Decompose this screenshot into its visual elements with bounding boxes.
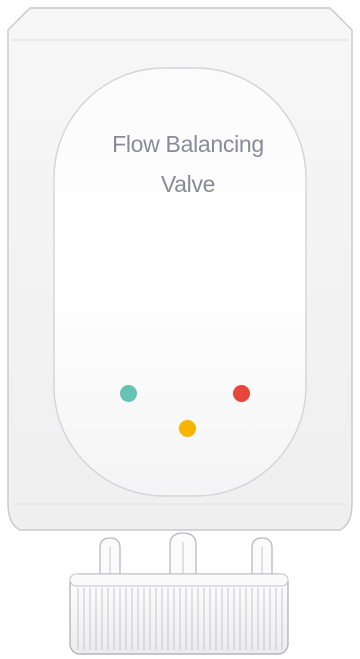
device-label-line-1: Flow Balancing — [112, 131, 264, 157]
indicator-led-yellow — [179, 420, 196, 437]
indicator-led-red — [233, 385, 250, 402]
valve-knurled-ring — [69, 573, 289, 655]
valve-body-drawing — [7, 7, 353, 655]
valve-illustration: Flow Balancing Valve — [0, 0, 360, 659]
indicator-led-green — [120, 385, 137, 402]
device-label-line-2: Valve — [160, 171, 216, 197]
